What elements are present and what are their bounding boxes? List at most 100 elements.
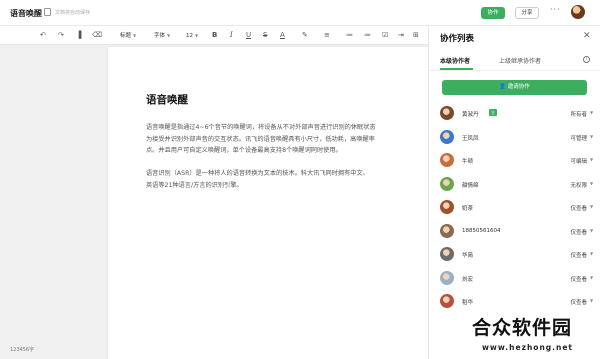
- paragraph-2[interactable]: 语音识别（ASR）是一种将人的语音转换为文本的技术。科大讯飞同时拥有中文、 英语…: [146, 168, 428, 191]
- avatar: [440, 223, 454, 238]
- collaborator-name: 18850561604: [462, 227, 501, 234]
- user-avatar[interactable]: [571, 5, 585, 19]
- collaborator-name: 华简: [462, 253, 474, 259]
- checklist-icon[interactable]: ☑: [382, 30, 388, 40]
- permission-select[interactable]: 仅查看: [553, 275, 587, 283]
- chevron-down-icon[interactable]: ▼: [590, 298, 593, 303]
- tab-inherited-collaborators[interactable]: 上级继承协作者: [499, 56, 541, 65]
- chevron-down-icon[interactable]: ▼: [590, 181, 593, 186]
- collaborator-row[interactable]: 稻华 仅查看 ▼: [429, 292, 600, 312]
- chevron-down-icon: ▼: [167, 33, 171, 38]
- panel-title: 协作列表: [440, 34, 475, 44]
- collaborator-name: 刘宏: [462, 276, 474, 283]
- clear-format-icon[interactable]: ⌫: [92, 30, 102, 40]
- chevron-down-icon[interactable]: ▼: [590, 275, 593, 280]
- document-title[interactable]: 语音唤醒: [146, 92, 188, 107]
- font-select[interactable]: 字体 ▼: [154, 31, 170, 41]
- permission-select[interactable]: 无权限: [553, 181, 587, 189]
- permission-select[interactable]: 可管理: [553, 134, 587, 142]
- tab-current-collaborators[interactable]: 本级协作者: [440, 56, 470, 65]
- invite-collaborator-button[interactable]: 👤 邀请协作: [442, 80, 587, 95]
- permission-select[interactable]: 可编辑: [553, 157, 587, 165]
- paragraph-line: 语音唤醒是指通过4~6个音节的唤醒词，将设备从不对外部声音进行识别的休眠状态: [146, 124, 376, 131]
- font-label: 字体: [154, 33, 166, 39]
- paragraph-line: 点。并且用户可自定义唤醒词，单个设备最高支持8个唤醒词同时使用。: [146, 147, 342, 154]
- chevron-down-icon[interactable]: ▼: [590, 110, 593, 115]
- bold-icon[interactable]: B: [212, 30, 217, 40]
- tab-divider: [429, 70, 600, 71]
- redo-icon[interactable]: ↷: [58, 30, 64, 40]
- owner-badge: 主: [489, 109, 497, 116]
- collaborator-row[interactable]: 18850561604 仅查看 ▼: [429, 222, 600, 242]
- indent-icon[interactable]: ⇥: [398, 30, 404, 40]
- collaborator-name: 牛顿: [462, 159, 474, 165]
- share-button[interactable]: 分享: [515, 7, 539, 19]
- avatar: [440, 200, 454, 214]
- chevron-down-icon[interactable]: ▼: [590, 204, 593, 209]
- collaborator-name: 稻华: [462, 300, 474, 306]
- heading-select[interactable]: 标题 ▼: [120, 31, 136, 41]
- ordered-list-icon[interactable]: ≔: [364, 30, 371, 40]
- avatar: [440, 106, 454, 120]
- collaborator-name: 王凤凤: [462, 135, 479, 142]
- invite-label: 邀请协作: [507, 84, 530, 90]
- collaborator-row[interactable]: 甜情绵 无权限 ▼: [429, 175, 600, 195]
- italic-icon[interactable]: I: [230, 30, 233, 40]
- bullet-list-icon[interactable]: ≔: [346, 30, 353, 40]
- avatar: [440, 153, 454, 167]
- avatar: [440, 247, 454, 261]
- collaborator-row[interactable]: 牛顿 可编辑 ▼: [429, 151, 600, 171]
- paragraph-line: 为接受并识别外部声音的交互状态。讯飞的语音唤醒具有小尺寸，低功耗，高唤醒率: [146, 135, 375, 143]
- collaborator-row[interactable]: 黄淑丹 主 所有者 ▼: [429, 104, 600, 124]
- chevron-down-icon: ▼: [195, 33, 199, 38]
- collaborator-row[interactable]: 华简 仅查看 ▼: [429, 245, 600, 265]
- permission-select[interactable]: 仅查看: [553, 228, 587, 236]
- collaborator-row[interactable]: 刘宏 仅查看 ▼: [429, 269, 600, 289]
- font-color-icon[interactable]: A: [280, 30, 285, 40]
- watermark: 合众软件园 www.hezhong.net: [470, 313, 600, 359]
- avatar: [440, 294, 454, 308]
- format-painter-icon[interactable]: ▐: [76, 30, 81, 40]
- permission-select[interactable]: 仅查看: [553, 204, 587, 212]
- add-user-icon: 👤: [499, 84, 507, 90]
- top-bar: 语音唤醒 文档将自动保存 协作 分享 ···: [0, 0, 600, 26]
- paragraph-line: 语音识别（ASR）是一种将人的语音转换为文本的技术。科大讯飞同时拥有中文、: [146, 170, 369, 177]
- permission-select[interactable]: 仅查看: [553, 298, 587, 306]
- watermark-text: 合众软件园: [472, 317, 573, 339]
- align-icon[interactable]: ≡: [324, 30, 330, 40]
- document-page[interactable]: 语音唤醒 语音唤醒是指通过4~6个音节的唤醒词，将设备从不对外部声音进行识别的休…: [108, 47, 428, 359]
- font-size-label: 12: [186, 33, 193, 39]
- collaborator-row[interactable]: 奶茶 仅查看 ▼: [429, 198, 600, 218]
- permission-select[interactable]: 仅查看: [553, 251, 587, 259]
- chevron-down-icon[interactable]: ▼: [590, 251, 593, 256]
- collaborator-name: 奶茶: [462, 206, 474, 212]
- permission-select[interactable]: 所有者: [553, 110, 587, 118]
- close-icon[interactable]: ✕: [583, 31, 591, 41]
- document-name[interactable]: 语音唤醒: [10, 8, 42, 19]
- chevron-down-icon[interactable]: ▼: [590, 157, 593, 162]
- more-menu-icon[interactable]: ···: [550, 5, 561, 14]
- avatar: [440, 270, 454, 285]
- font-size-select[interactable]: 12 ▼: [186, 31, 198, 41]
- avatar: [440, 129, 454, 144]
- table-icon[interactable]: ⊞: [413, 30, 419, 40]
- collaborator-row[interactable]: 王凤凤 可管理 ▼: [429, 128, 600, 148]
- chevron-down-icon[interactable]: ▼: [590, 228, 593, 233]
- collaborator-panel: 协作列表 ✕ 本级协作者 上级继承协作者 i 👤 邀请协作 黄淑丹主所有者 ▼ 王凤…: [428, 26, 600, 359]
- chevron-down-icon: ▼: [133, 33, 137, 38]
- collaborator-name: 黄淑丹: [462, 112, 479, 118]
- save-status: 文档将自动保存: [55, 10, 91, 16]
- editor-toolbar: ↶ ↷ ▐ ⌫ 标题 ▼ 字体 ▼ 12 ▼ B I U S A ✎ ≡ ≔ ≔ ☑ …: [0, 26, 428, 45]
- collaborator-name: 甜情绵: [462, 182, 479, 189]
- highlight-icon[interactable]: ✎: [302, 30, 308, 40]
- undo-icon[interactable]: ↶: [40, 30, 46, 40]
- heading-label: 标题: [120, 33, 132, 39]
- paragraph-line: 英语等21种语言/方言的识别引擎。: [146, 181, 243, 189]
- info-icon[interactable]: i: [583, 56, 590, 63]
- paragraph-1[interactable]: 语音唤醒是指通过4~6个音节的唤醒词，将设备从不对外部声音进行识别的休眠状态 为…: [146, 122, 428, 157]
- underline-icon[interactable]: U: [246, 30, 251, 40]
- collaborate-button[interactable]: 协作: [481, 7, 505, 19]
- chevron-down-icon[interactable]: ▼: [590, 134, 593, 139]
- strikethrough-icon[interactable]: S: [263, 30, 267, 40]
- avatar: [440, 176, 454, 191]
